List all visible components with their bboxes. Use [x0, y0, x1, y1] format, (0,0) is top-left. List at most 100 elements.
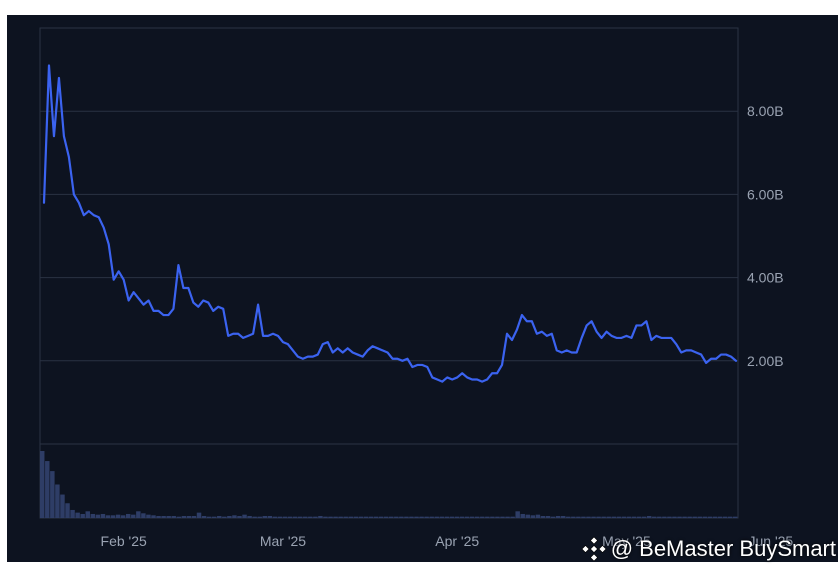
volume-bar [555, 515, 561, 518]
volume-bar [166, 515, 171, 518]
volume-bar [131, 514, 136, 518]
volume-bar [191, 515, 197, 518]
volume-bar [520, 513, 525, 518]
volume-bar [201, 515, 207, 518]
volume-bar [100, 513, 106, 518]
volume-bar [115, 514, 121, 518]
volume-bar [308, 516, 313, 518]
volume-bar [262, 515, 268, 518]
x-tick-label: Apr '25 [435, 533, 479, 549]
volume-bar [186, 515, 192, 518]
volume-bar [45, 461, 50, 518]
volume-bar [120, 515, 126, 518]
y-tick-label: 2.00B [747, 353, 784, 369]
volume-bar [313, 516, 318, 518]
volume-bar [667, 516, 672, 518]
volume-bar [399, 516, 404, 518]
watermark: @ BeMaster BuySmart [581, 536, 836, 562]
volume-bar [621, 516, 627, 518]
volume-bar [576, 516, 581, 518]
volume-bar [105, 515, 111, 518]
volume-bar [75, 512, 80, 518]
volume-bar [586, 516, 591, 518]
volume-bar [525, 514, 531, 518]
volume-bar [176, 516, 182, 518]
chart-svg: 2.00B 4.00B 6.00B 8.00B Feb '25 Mar '25 Apr '2… [39, 27, 793, 549]
volume-bar [434, 516, 439, 518]
volume-bar [328, 516, 333, 518]
volume-bar [672, 516, 677, 518]
x-tick-label: Mar '25 [260, 533, 306, 549]
volume-bar [156, 515, 161, 518]
volume-bar [363, 516, 369, 518]
volume-bar [222, 516, 227, 518]
volume-bar [141, 513, 146, 518]
volume-bar [383, 516, 389, 518]
volume-bar [171, 515, 176, 518]
volume-bar [125, 513, 131, 518]
volume-bar [65, 503, 70, 518]
volume-bar [232, 515, 237, 518]
volume-bar [722, 516, 728, 518]
volume-bar [545, 515, 551, 518]
volume-bar [566, 516, 571, 518]
volume-bar [485, 516, 490, 518]
volume-bar [358, 516, 364, 518]
series-line [42, 64, 738, 383]
volume-bar [343, 516, 348, 518]
volume-bar [495, 516, 500, 518]
volume-bar [333, 516, 338, 518]
volume-bar [85, 511, 90, 518]
volume-bar [454, 516, 460, 518]
volume-bar [464, 516, 470, 518]
volume-bar [252, 516, 257, 518]
volume-bar [459, 516, 465, 518]
volume-bar [682, 516, 687, 518]
volume-bar [292, 516, 298, 518]
volume-bar [692, 516, 697, 518]
volume-bar [95, 514, 101, 518]
volume-bar [50, 471, 55, 518]
volume-bar [277, 516, 283, 518]
volume-bar [530, 515, 536, 518]
volume-bar [419, 516, 424, 518]
volume-bar [287, 516, 293, 518]
volume-bar [424, 516, 429, 518]
volume-bar [373, 516, 379, 518]
volume-bar [389, 516, 394, 518]
volume-bar [646, 515, 652, 518]
volume-bar [227, 515, 232, 518]
x-tick-label: Feb '25 [101, 533, 147, 549]
volume-bar [272, 516, 278, 518]
volume-bar [297, 516, 303, 518]
volume-bar [697, 516, 702, 518]
volume-bar [146, 514, 151, 518]
volume-bar [732, 516, 738, 518]
volume-bar [490, 516, 495, 518]
volume-bar [217, 515, 222, 518]
volume-bar [151, 515, 156, 518]
volume-bar [444, 516, 450, 518]
volume-bar [480, 516, 485, 518]
volume-bar [571, 516, 576, 518]
volume-bar [606, 516, 611, 518]
volume-bar [601, 516, 606, 518]
volume-bar [505, 516, 510, 518]
volume-bar [727, 516, 733, 518]
volume-bar [712, 516, 718, 518]
volume-bar [409, 516, 414, 518]
volume-bar [414, 516, 419, 518]
volume-bar [687, 516, 692, 518]
y-tick-label: 6.00B [747, 186, 784, 202]
volume-bar [55, 484, 60, 518]
volume-bar [267, 515, 273, 518]
volume-bar [550, 516, 556, 518]
volume-bar [70, 509, 75, 518]
volume-bar [80, 513, 85, 518]
volume-bar [378, 516, 384, 518]
volume-bar [626, 516, 632, 518]
volume-bar [404, 516, 409, 518]
volume-bar [211, 516, 217, 518]
volume-bar [257, 516, 262, 518]
y-tick-label: 4.00B [747, 270, 784, 286]
